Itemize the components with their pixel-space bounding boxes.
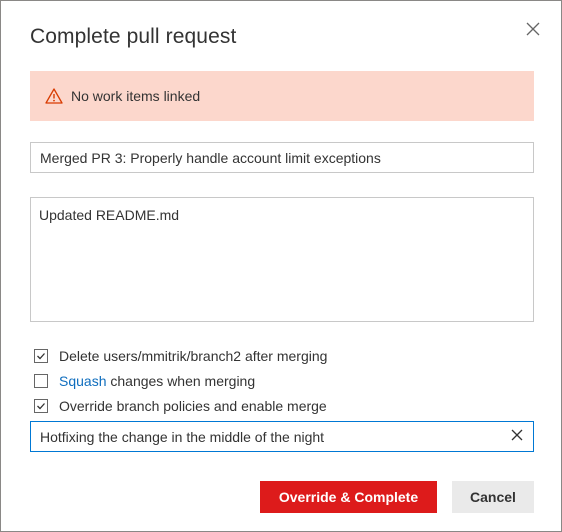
complete-pull-request-dialog: Complete pull request No work items link… [0, 0, 562, 532]
delete-branch-checkbox[interactable] [34, 349, 48, 363]
checkmark-icon [37, 403, 45, 410]
cancel-button[interactable]: Cancel [452, 481, 534, 513]
option-delete-branch[interactable]: Delete users/mmitrik/branch2 after mergi… [34, 347, 327, 365]
close-button[interactable] [521, 19, 545, 43]
squash-checkbox[interactable] [34, 374, 48, 388]
override-policies-checkbox[interactable] [34, 399, 48, 413]
close-icon [526, 22, 540, 41]
merge-title-input[interactable] [30, 142, 534, 173]
warning-message-bar: No work items linked [30, 71, 534, 121]
override-complete-button[interactable]: Override & Complete [260, 481, 437, 513]
merge-description-textarea[interactable]: Updated README.md [30, 197, 534, 322]
option-override-policies[interactable]: Override branch policies and enable merg… [34, 397, 327, 415]
squash-label: Squash changes when merging [59, 373, 255, 389]
checkmark-icon [37, 353, 45, 360]
bypass-reason-field [30, 421, 534, 452]
warning-icon [45, 87, 63, 105]
override-policies-label: Override branch policies and enable merg… [59, 398, 327, 414]
delete-branch-label: Delete users/mmitrik/branch2 after mergi… [59, 348, 328, 364]
clear-icon [511, 428, 523, 446]
squash-label-text: changes when merging [110, 373, 256, 389]
warning-text: No work items linked [71, 88, 201, 104]
squash-link[interactable]: Squash [59, 373, 106, 389]
clear-button[interactable] [501, 422, 533, 451]
dialog-title: Complete pull request [30, 25, 237, 48]
bypass-reason-input[interactable] [31, 422, 501, 451]
option-squash[interactable]: Squash changes when merging [34, 372, 255, 390]
